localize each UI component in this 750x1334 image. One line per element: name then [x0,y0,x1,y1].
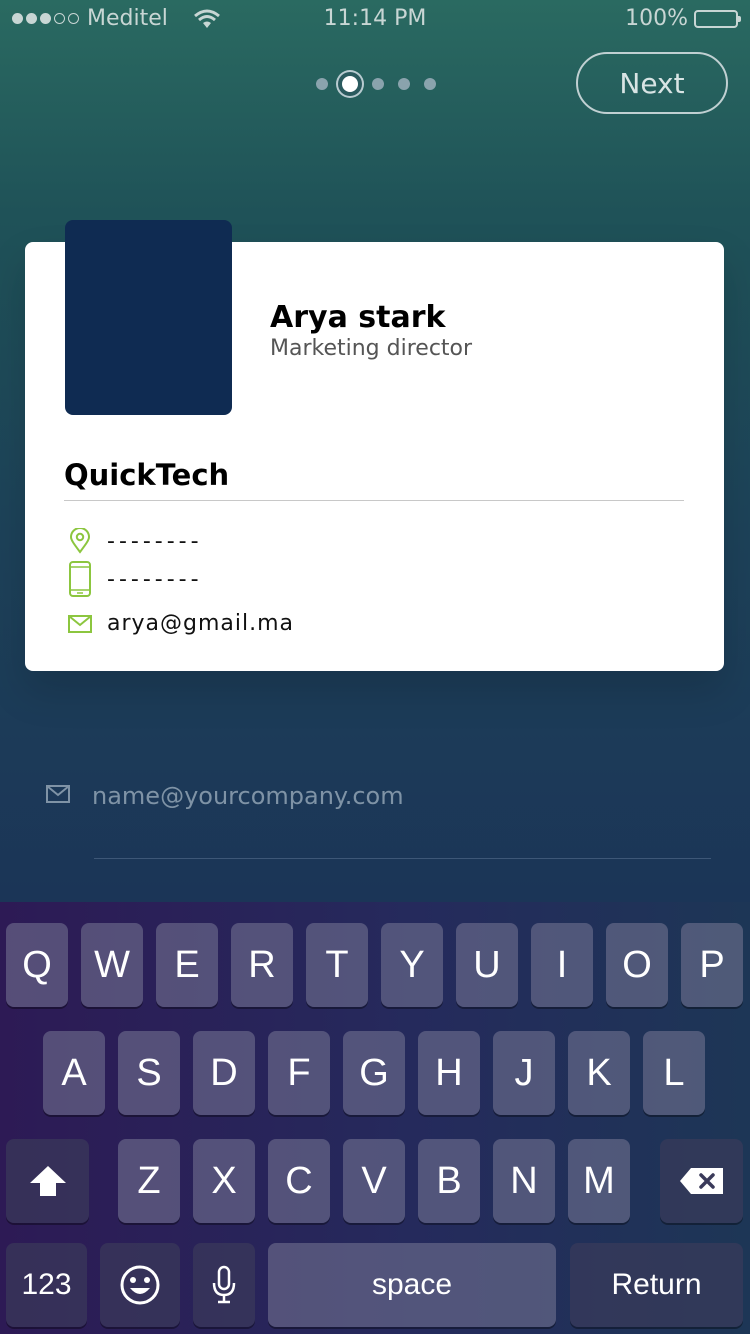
page-dot-1[interactable] [316,78,328,90]
card-email-row: arya@gmail.ma [66,611,294,636]
key-k[interactable]: K [568,1031,630,1115]
return-key[interactable]: Return [570,1243,743,1327]
shift-arrow-icon [29,1166,66,1196]
key-h[interactable]: H [418,1031,480,1115]
key-c[interactable]: C [268,1139,330,1223]
key-l[interactable]: L [643,1031,705,1115]
key-d[interactable]: D [193,1031,255,1115]
key-u[interactable]: U [456,923,518,1007]
card-name: Arya stark [270,300,446,335]
key-v[interactable]: V [343,1139,405,1223]
microphone-icon [212,1265,236,1304]
key-g[interactable]: G [343,1031,405,1115]
card-divider [64,500,684,501]
key-n[interactable]: N [493,1139,555,1223]
key-x[interactable]: X [193,1139,255,1223]
shift-key[interactable] [6,1139,89,1223]
delete-key[interactable] [660,1139,743,1223]
page-dot-2[interactable] [342,76,358,92]
card-role: Marketing director [270,336,473,361]
key-j[interactable]: J [493,1031,555,1115]
battery: 100% [625,6,741,31]
next-button[interactable]: Next [576,52,728,114]
key-z[interactable]: Z [118,1139,180,1223]
key-b[interactable]: B [418,1139,480,1223]
page-dot-3[interactable] [372,78,384,90]
backspace-icon [679,1168,723,1194]
mobile-phone-icon [66,561,94,597]
page-dot-4[interactable] [398,78,410,90]
email-input[interactable]: name@yourcompany.com [92,782,404,810]
key-f[interactable]: F [268,1031,330,1115]
key-m[interactable]: M [568,1139,630,1223]
space-key[interactable]: space [268,1243,556,1327]
key-e[interactable]: E [156,923,218,1007]
card-address-row: -------- [66,528,203,554]
location-pin-icon [66,528,94,554]
battery-percent: 100% [625,6,688,31]
key-q[interactable]: Q [6,923,68,1007]
avatar[interactable] [65,220,232,415]
card-phone: -------- [107,566,203,592]
key-r[interactable]: R [231,923,293,1007]
page-indicator [316,74,436,94]
email-field[interactable]: name@yourcompany.com [46,782,404,810]
page-dot-5[interactable] [424,78,436,90]
card-email: arya@gmail.ma [107,611,295,636]
status-bar: Meditel 11:14 PM 100% [0,0,750,40]
emoji-smiley-icon [120,1265,160,1305]
keyboard: Q W E R T Y U I O P A S D F G H J K L Z … [0,902,750,1334]
card-company: QuickTech [64,458,230,492]
card-address: -------- [107,528,203,554]
numbers-key[interactable]: 123 [6,1243,87,1327]
key-w[interactable]: W [81,923,143,1007]
key-t[interactable]: T [306,923,368,1007]
key-y[interactable]: Y [381,923,443,1007]
dictation-key[interactable] [193,1243,255,1327]
battery-icon [694,9,741,28]
key-a[interactable]: A [43,1031,105,1115]
key-i[interactable]: I [531,923,593,1007]
key-o[interactable]: O [606,923,668,1007]
key-s[interactable]: S [118,1031,180,1115]
emoji-key[interactable] [100,1243,180,1327]
mail-icon [66,614,94,633]
card-phone-row: -------- [66,561,203,597]
mail-icon [46,785,70,807]
key-p[interactable]: P [681,923,743,1007]
email-field-underline [94,858,711,859]
